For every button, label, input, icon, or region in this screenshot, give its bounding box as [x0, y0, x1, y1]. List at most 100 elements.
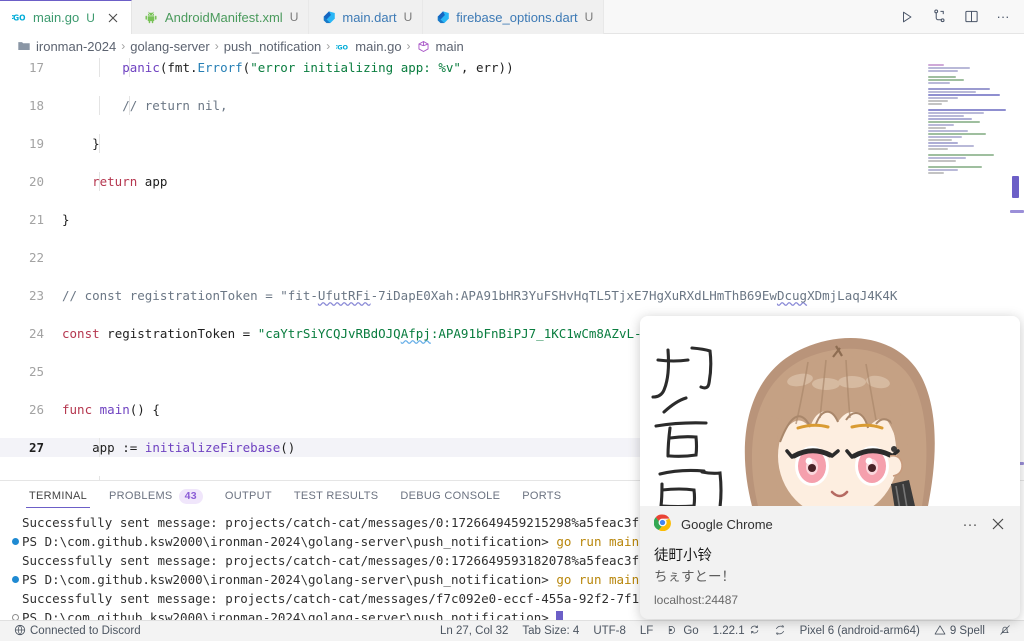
selection-highlight-marker — [1012, 176, 1019, 198]
svg-text:GO: GO — [338, 43, 349, 51]
breadcrumb-item-golang-server[interactable]: golang-server — [130, 39, 210, 54]
run-button[interactable] — [898, 8, 916, 26]
split-editor-button[interactable] — [962, 8, 980, 26]
breadcrumb-label: main.go — [355, 38, 402, 54]
terminal-text: Successfully sent message: projects/catc… — [22, 591, 655, 606]
more-actions-button[interactable]: ··· — [994, 8, 1012, 26]
notification-origin: localhost:24487 — [654, 593, 739, 607]
panel-tab-label: TEST RESULTS — [293, 490, 379, 502]
breadcrumb: ironman-2024 › golang-server › push_noti… — [0, 34, 1024, 58]
editor-tab-firebase-options-dart[interactable]: firebase_options.dart U — [423, 0, 605, 34]
code-line: 23 // const registrationToken = "fit-Ufut… — [0, 286, 1024, 305]
flutter-device-sync[interactable] — [767, 624, 793, 639]
panel-tab-label: TERMINAL — [29, 490, 88, 502]
notification-toast[interactable]: Google Chrome ··· 徒町小铃 ちぇすとー！ localhost:… — [640, 316, 1020, 619]
bell-slash-icon — [999, 624, 1011, 639]
line-number: 24 — [28, 326, 44, 341]
notification-subtitle: ちぇすとー！ — [654, 569, 735, 585]
target-device[interactable]: Pixel 6 (android-arm64) — [793, 625, 927, 637]
editor-tab-androidmanifest-xml[interactable]: AndroidManifest.xml U — [131, 0, 310, 34]
close-icon[interactable] — [984, 511, 1012, 537]
command-success-marker — [8, 538, 22, 545]
panel-tab-ports[interactable]: PORTS — [511, 481, 572, 511]
notification-app-name: Google Chrome — [681, 516, 773, 532]
tab-dirty-indicator: U — [289, 10, 299, 24]
panel-tab-label: OUTPUT — [224, 490, 272, 502]
panel-tab-problems[interactable]: PROBLEMS 43 — [98, 481, 214, 511]
code-line: 21} — [0, 210, 1024, 229]
command-success-marker — [8, 576, 22, 583]
panel-tab-output[interactable]: OUTPUT — [214, 481, 283, 511]
anime-character-illustration — [640, 316, 1020, 506]
android-file-icon — [144, 10, 159, 25]
breadcrumb-label: main — [435, 38, 464, 54]
breadcrumb-label: push_notification — [223, 38, 322, 54]
encoding[interactable]: UTF-8 — [586, 625, 633, 637]
breadcrumb-item-main-go[interactable]: GO main.go — [335, 38, 402, 54]
eol[interactable]: LF — [633, 625, 660, 637]
problems-count-badge: 43 — [178, 488, 203, 504]
notification-header: Google Chrome ··· — [640, 506, 1020, 542]
chrome-icon — [653, 514, 671, 534]
code-text: } — [62, 136, 100, 151]
notification-body: 徒町小铃 ちぇすとー！ localhost:24487 — [640, 542, 1020, 607]
status-bar-left: Connected to Discord — [0, 624, 148, 639]
cursor-position[interactable]: Ln 27, Col 32 — [433, 625, 515, 637]
breadcrumb-item-main-symbol[interactable]: main — [416, 39, 464, 54]
globe-icon — [14, 624, 26, 639]
editor-tab-main-dart[interactable]: main.dart U — [309, 0, 424, 34]
spell-checker[interactable]: 9 Spell — [927, 624, 992, 639]
warning-icon — [934, 624, 946, 639]
symbol-namespace-icon — [416, 39, 431, 54]
line-number: 23 — [28, 288, 44, 303]
status-label: Go — [683, 625, 699, 637]
line-number: 17 — [28, 60, 44, 75]
discord-status[interactable]: Connected to Discord — [7, 624, 148, 639]
panel-tab-label: PORTS — [522, 490, 562, 502]
terminal-prompt: PS D:\com.github.ksw2000\ironman-2024\go… — [22, 572, 557, 587]
code-text: // const registrationToken = "fit-UfutRF… — [62, 288, 898, 303]
editor-actions: ··· — [898, 0, 1024, 33]
breadcrumb-label: ironman-2024 — [36, 38, 117, 54]
line-number: 27 — [28, 440, 44, 455]
line-number: 25 — [28, 364, 44, 379]
code-line: 18 // return nil, — [0, 96, 1024, 115]
status-bar: Connected to Discord Ln 27, Col 32 Tab S… — [0, 620, 1024, 641]
run-and-debug-button[interactable] — [930, 8, 948, 26]
status-label: 9 Spell — [949, 625, 985, 637]
flutter-icon — [774, 624, 786, 639]
terminal-text: Successfully sent message: projects/catc… — [22, 553, 655, 568]
line-number: 19 — [28, 136, 44, 151]
breadcrumb-separator: › — [406, 39, 411, 53]
panel-tab-label: DEBUG CONSOLE — [400, 490, 501, 502]
status-label: Connected to Discord — [30, 625, 141, 637]
editor-tab-bar: GO main.go U AndroidManifest.xml U main.… — [0, 0, 1024, 34]
panel-tab-debug-console[interactable]: DEBUG CONSOLE — [389, 481, 511, 511]
status-label: Tab Size: 4 — [522, 625, 580, 637]
code-text: func main() { — [62, 402, 160, 417]
editor-tab-main-go[interactable]: GO main.go U — [0, 0, 132, 34]
go-version[interactable]: 1.22.1 — [706, 624, 767, 638]
line-number: 22 — [28, 250, 44, 265]
panel-tab-terminal[interactable]: TERMINAL — [18, 481, 98, 511]
panel-tab-test-results[interactable]: TEST RESULTS — [283, 481, 390, 511]
code-line: 19 } — [0, 134, 1024, 153]
status-bar-right: Ln 27, Col 32 Tab Size: 4 UTF-8 LF Go 1.… — [433, 624, 1024, 639]
svg-text:GO: GO — [13, 13, 26, 22]
breadcrumb-item-ironman-2024[interactable]: ironman-2024 — [16, 39, 116, 54]
breadcrumb-separator: › — [121, 39, 126, 53]
breadcrumb-label: golang-server — [130, 38, 210, 54]
code-text: panic(fmt.Errorf("error initializing app… — [122, 60, 514, 75]
tab-size[interactable]: Tab Size: 4 — [515, 625, 586, 637]
tab-label: AndroidManifest.xml — [164, 9, 283, 25]
notification-more-button[interactable]: ··· — [956, 511, 984, 537]
close-icon[interactable] — [105, 10, 121, 26]
code-line: 17 panic(fmt.Errorf("error initializing … — [0, 58, 1024, 77]
notifications[interactable] — [992, 624, 1018, 639]
breadcrumb-item-push-notification[interactable]: push_notification — [224, 39, 322, 54]
terminal-text: Successfully sent message: projects/catc… — [22, 515, 655, 530]
tab-label: firebase_options.dart — [456, 9, 578, 25]
line-number: 26 — [28, 402, 44, 417]
tab-dirty-indicator: U — [584, 10, 594, 24]
language-mode[interactable]: Go — [660, 624, 705, 639]
